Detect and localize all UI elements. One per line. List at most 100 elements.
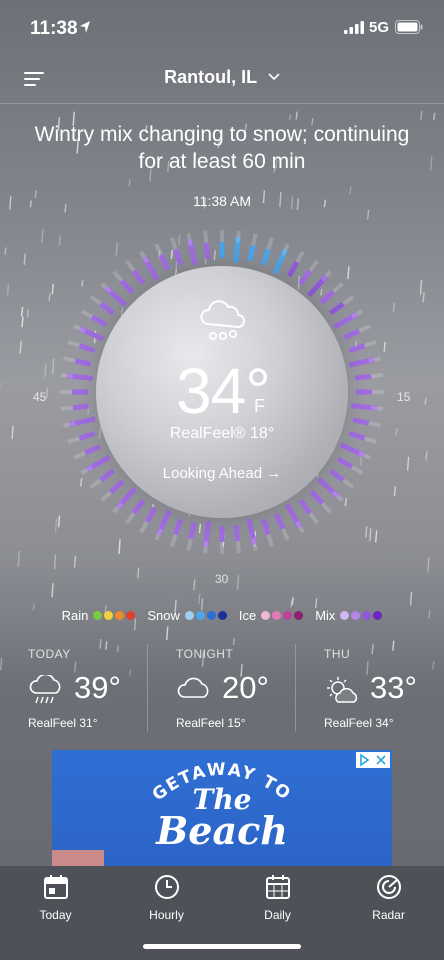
ring-outer-tick	[60, 373, 74, 379]
legend-label: Rain	[61, 608, 89, 623]
legend-label: Snow	[147, 608, 180, 623]
legend-dot	[373, 611, 383, 620]
ring-outer-tick	[370, 405, 384, 411]
legend-dot	[206, 611, 216, 620]
legend-dot	[283, 611, 293, 620]
ring-outer-tick	[139, 250, 149, 264]
current-realfeel: RealFeel® 18°	[169, 425, 275, 442]
ring-tick	[90, 314, 108, 328]
ring-outer-tick	[358, 451, 371, 460]
ring-outer-tick	[170, 534, 178, 547]
ring-outer-tick	[154, 528, 163, 541]
tab-today[interactable]: Today	[0, 874, 111, 922]
tab-radar[interactable]: Radar	[333, 874, 444, 922]
ring-outer-tick	[170, 237, 178, 250]
legend-group-snow: Snow	[147, 608, 227, 623]
legend-dot	[195, 611, 205, 620]
ring-tick	[309, 489, 325, 506]
ring-tick	[131, 269, 146, 286]
forecast-realfeel: RealFeel 15°	[176, 716, 246, 730]
ring-outer-tick	[203, 540, 209, 554]
forecast-realfeel: RealFeel 34°	[324, 716, 394, 730]
ring-tick	[119, 278, 135, 295]
forecast-today[interactable]: TODAY 39° RealFeel 31°	[0, 640, 148, 736]
tab-label: Today	[39, 908, 72, 922]
tab-daily[interactable]: Daily	[222, 874, 333, 922]
ring-outer-tick	[295, 520, 305, 534]
partly-sunny-icon	[327, 677, 358, 703]
ring-tick	[261, 518, 271, 536]
ring-tick	[72, 403, 89, 411]
forecast-temp: 33°	[370, 670, 417, 705]
ring-outer-tick	[89, 295, 102, 306]
ring-outer-tick	[203, 230, 209, 244]
ring-tick	[131, 498, 146, 515]
ring-outer-tick	[342, 295, 355, 306]
ad-banner[interactable]: GETAWAY TO The Beach	[52, 750, 392, 868]
legend-dot	[351, 611, 361, 620]
ring-outer-tick	[186, 538, 193, 551]
forecast-label: THU	[324, 647, 351, 661]
tab-hourly[interactable]: Hourly	[111, 874, 222, 922]
legend-label: Ice	[238, 608, 257, 623]
legend-dot	[184, 611, 194, 620]
forecast-label: TONIGHT	[176, 647, 234, 661]
ring-outer-tick	[281, 528, 290, 541]
ring-tick	[286, 260, 300, 278]
radar-icon	[376, 875, 401, 899]
ring-tick	[319, 289, 336, 305]
ring-outer-tick	[251, 233, 258, 246]
dial-label-30: 30	[215, 572, 229, 586]
ring-outer-tick	[251, 538, 258, 551]
legend-dot	[104, 611, 114, 620]
tab-label: Daily	[264, 908, 291, 922]
legend-group-ice: Ice	[238, 608, 304, 623]
forecast-thu[interactable]: THU 33° RealFeel 34°	[296, 640, 444, 736]
minutecast-dial[interactable]: 34° F RealFeel® 18° Looking Ahead → 45 1…	[0, 0, 444, 700]
clock-icon	[154, 875, 179, 899]
calendar-icon	[265, 875, 290, 899]
ring-outer-tick	[370, 373, 384, 379]
legend-dot	[126, 611, 136, 620]
ring-outer-tick	[235, 540, 241, 554]
legend-dot	[93, 611, 103, 620]
ring-outer-tick	[295, 250, 305, 264]
legend-dot	[294, 611, 304, 620]
precip-legend: Rain Snow Ice Mix	[0, 608, 444, 623]
adchoices-icon[interactable]	[356, 752, 390, 768]
ring-outer-tick	[100, 490, 112, 502]
ring-tick	[343, 328, 361, 340]
legend-dot	[362, 611, 372, 620]
dial-label-15: 15	[397, 390, 411, 404]
ring-outer-tick	[308, 512, 319, 525]
looking-ahead-link[interactable]: Looking Ahead →	[0, 465, 444, 482]
ring-outer-tick	[235, 230, 241, 244]
forecast-tonight[interactable]: TONIGHT 20° RealFeel 15°	[148, 640, 296, 736]
ring-tick	[173, 518, 183, 536]
home-indicator[interactable]	[143, 944, 301, 949]
ring-tick	[83, 444, 101, 456]
ring-outer-tick	[80, 309, 94, 319]
ring-outer-tick	[368, 356, 381, 363]
ring-tick	[298, 498, 313, 515]
legend-group-rain: Rain	[62, 608, 136, 623]
ring-outer-tick	[350, 309, 364, 319]
ring-outer-tick	[125, 512, 136, 525]
ring-outer-tick	[73, 451, 86, 460]
ring-outer-tick	[308, 259, 319, 272]
dial-label-45: 45	[33, 390, 47, 404]
cloud-snow-icon	[200, 300, 245, 341]
ring-outer-tick	[73, 324, 86, 333]
legend-label: Mix	[315, 608, 336, 623]
ring-tick	[203, 242, 211, 259]
ring-tick	[355, 373, 372, 381]
ring-outer-tick	[358, 324, 371, 333]
ring-tick	[328, 301, 345, 316]
ring-tick	[274, 513, 286, 531]
legend-dot	[261, 611, 271, 620]
forecast-realfeel: RealFeel 31°	[28, 716, 98, 730]
ring-outer-tick	[125, 259, 136, 272]
ring-outer-tick	[332, 282, 344, 294]
ring-tick	[108, 479, 125, 495]
ring-tick	[74, 358, 92, 367]
